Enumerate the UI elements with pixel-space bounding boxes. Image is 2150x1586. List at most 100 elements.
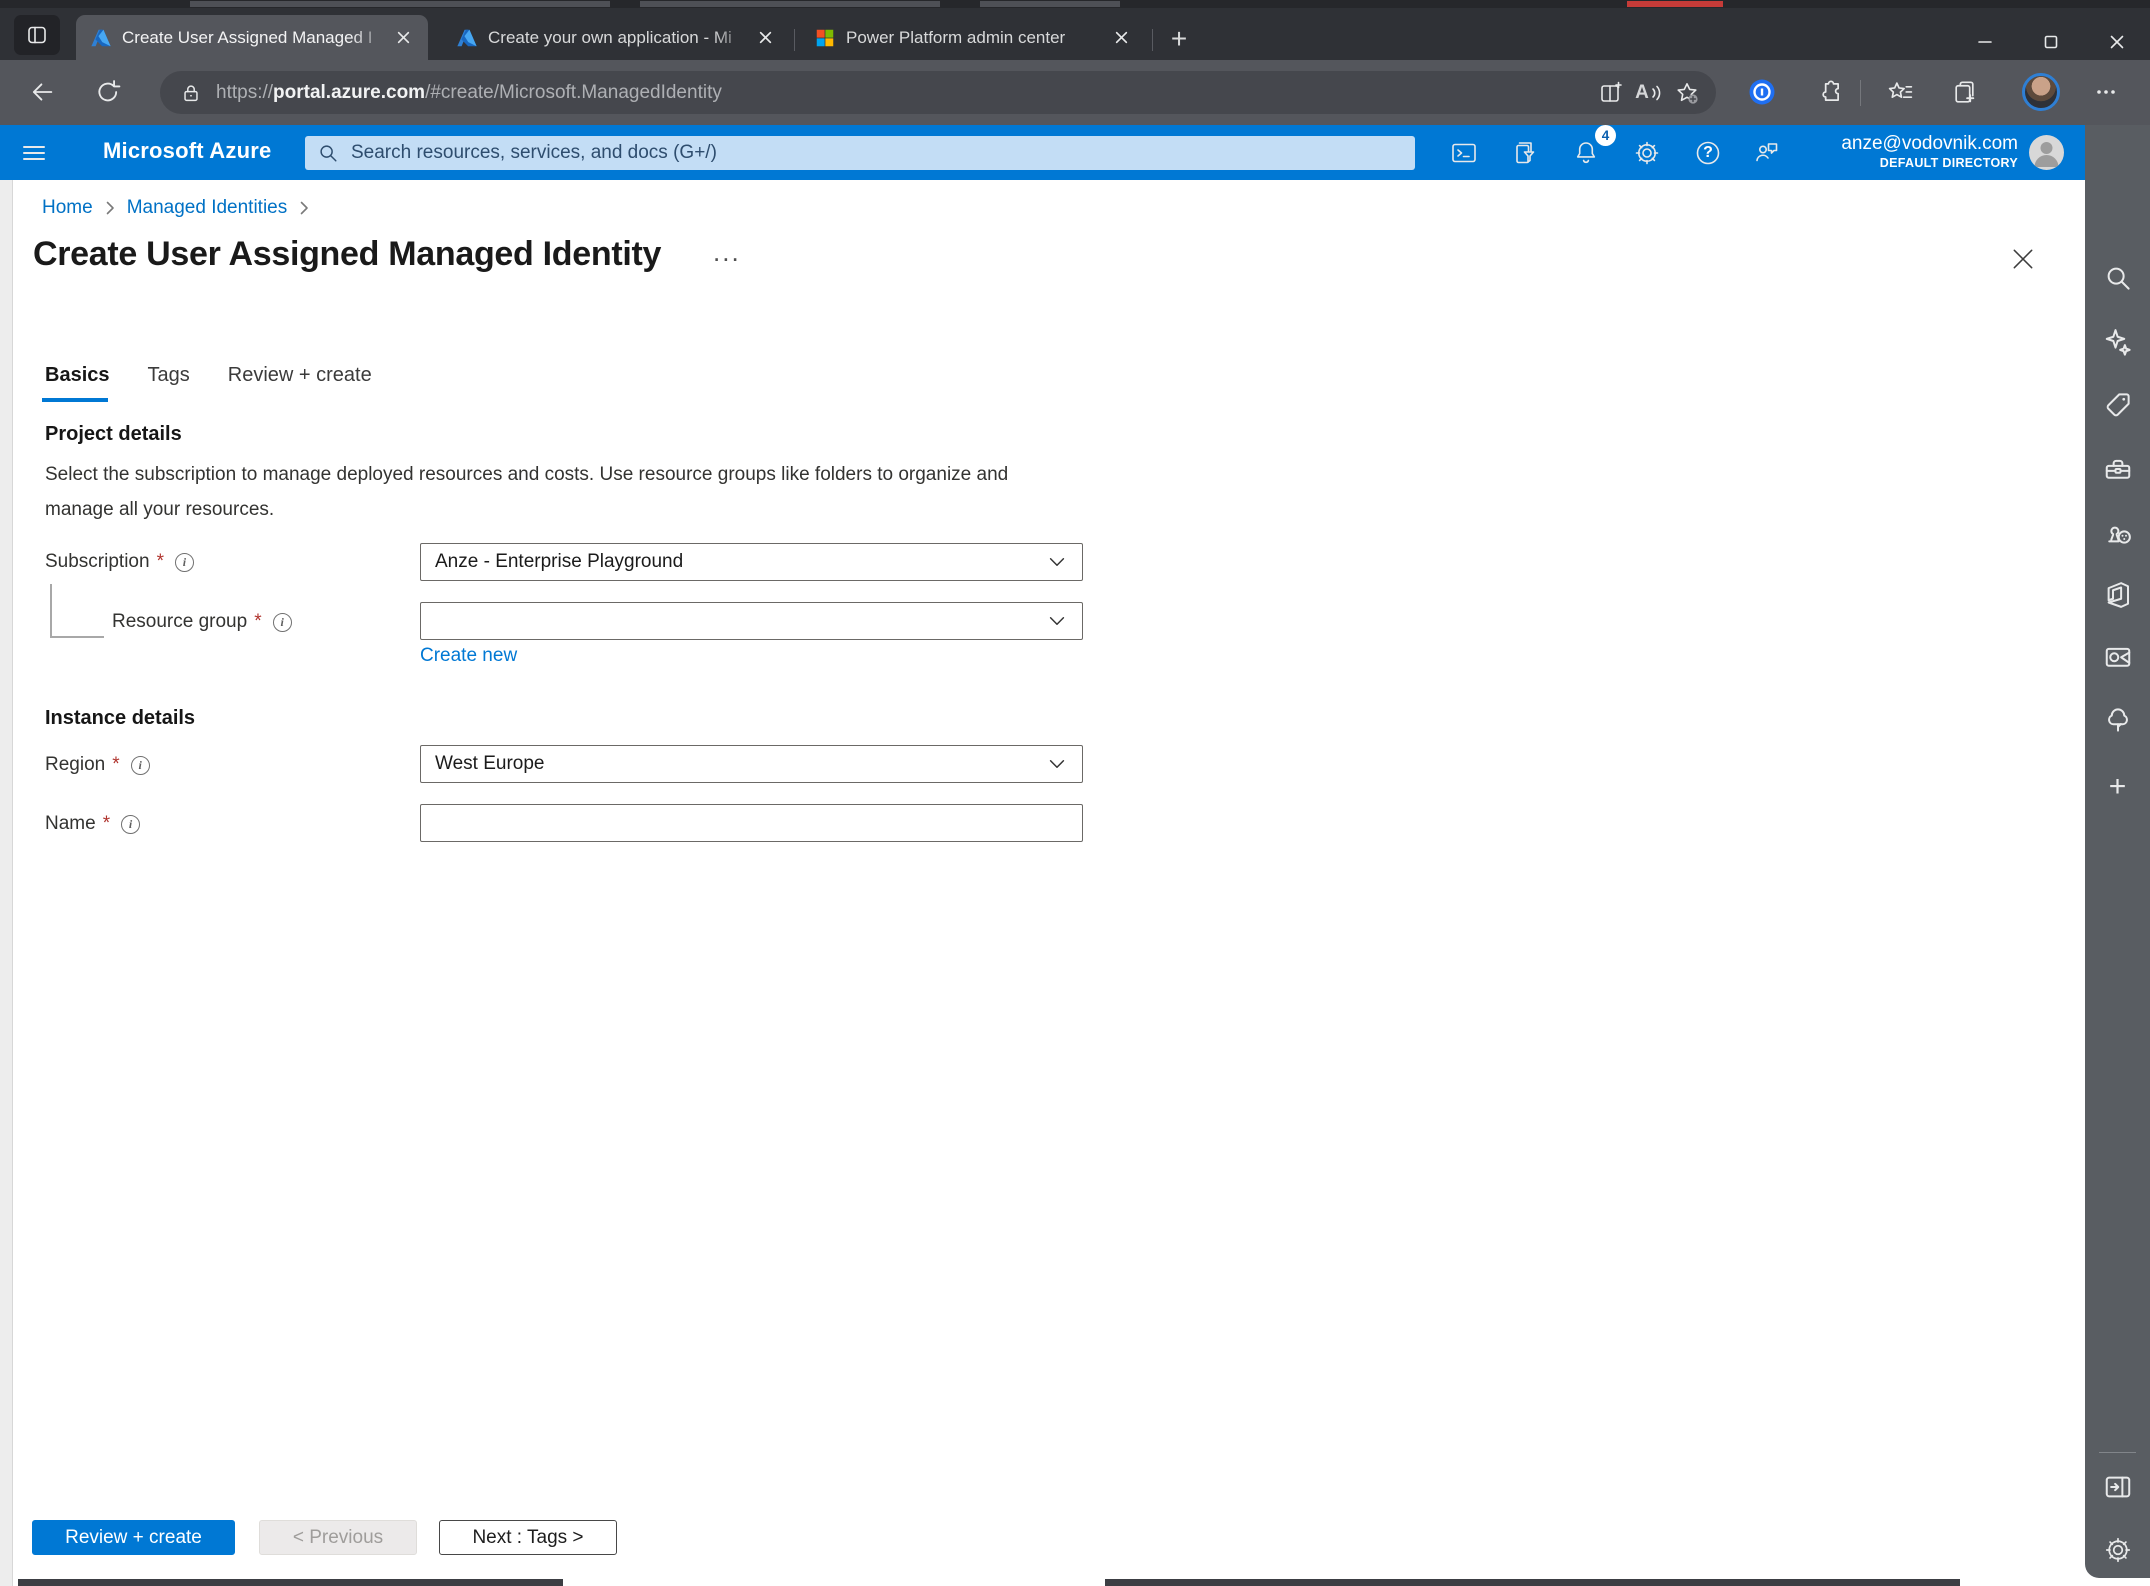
onepassword-icon [1749, 79, 1775, 105]
background-window-fragment [640, 1, 940, 7]
tab-tags[interactable]: Tags [148, 364, 190, 401]
subscription-value: Anze - Enterprise Playground [435, 551, 684, 572]
tab-close-icon[interactable] [752, 25, 778, 51]
project-details-heading: Project details [45, 423, 182, 445]
browser-settings-menu-button[interactable] [2086, 72, 2126, 112]
chevron-down-icon [1049, 760, 1065, 768]
resource-group-label: Resource group * i [112, 611, 292, 633]
portal-settings-button[interactable] [1625, 131, 1669, 175]
browser-toolbar: https://portal.azure.com/#create/Microso… [0, 60, 2150, 125]
active-tab-underline [42, 398, 108, 402]
name-label: Name * i [45, 813, 141, 835]
breadcrumb-home-link[interactable]: Home [42, 197, 93, 219]
site-security-lock-icon [184, 84, 198, 101]
notification-count-badge: 4 [1595, 125, 1616, 146]
sidebar-shopping-button[interactable] [2096, 383, 2140, 427]
wizard-tabs: Basics Tags Review + create [45, 364, 372, 401]
gear-icon [1635, 141, 1659, 165]
add-favorite-button[interactable] [1668, 75, 1706, 111]
breadcrumb-managed-identities-link[interactable]: Managed Identities [127, 197, 288, 219]
feedback-button[interactable] [1745, 131, 1789, 175]
browser-tab-create-application[interactable]: Create your own application - Mi [442, 15, 790, 60]
split-screen-button[interactable] [1592, 75, 1630, 111]
new-tab-button[interactable]: + [1162, 22, 1196, 56]
address-bar[interactable]: https://portal.azure.com/#create/Microso… [160, 71, 1716, 114]
sidebar-office-button[interactable] [2096, 573, 2140, 617]
tab-workspaces-button[interactable] [14, 15, 60, 55]
collections-button[interactable] [1944, 72, 1984, 112]
previous-button[interactable]: < Previous [259, 1520, 417, 1555]
account-avatar[interactable] [2029, 135, 2064, 170]
onepassword-extension-button[interactable] [1742, 72, 1782, 112]
directory-filter-button[interactable] [1503, 131, 1547, 175]
region-dropdown[interactable]: West Europe [420, 745, 1083, 783]
tab-divider [1152, 29, 1153, 51]
browser-profile-avatar[interactable] [2022, 73, 2060, 111]
chevron-right-icon [106, 201, 114, 215]
sidebar-discover-button[interactable] [2096, 320, 2140, 364]
region-value: West Europe [435, 753, 545, 774]
subscription-dropdown[interactable]: Anze - Enterprise Playground [420, 543, 1083, 581]
info-icon[interactable]: i [121, 814, 141, 834]
extensions-puzzle-icon [1822, 80, 1839, 101]
tab-review-create[interactable]: Review + create [228, 364, 372, 401]
read-aloud-button[interactable]: A [1630, 75, 1668, 111]
sidebar-tree-button[interactable] [2096, 698, 2140, 742]
browser-tab-power-platform[interactable]: Power Platform admin center [800, 15, 1146, 60]
refresh-button[interactable] [88, 72, 128, 112]
azure-brand[interactable]: Microsoft Azure [103, 138, 271, 164]
url-text[interactable]: https://portal.azure.com/#create/Microso… [216, 82, 1592, 104]
sidebar-tools-button[interactable] [2096, 447, 2140, 491]
window-left-gutter [0, 180, 13, 1586]
toolbar-divider [1860, 80, 1861, 106]
resource-group-dropdown[interactable] [420, 602, 1083, 640]
microsoft-favicon [816, 29, 834, 46]
tab-close-icon[interactable] [390, 25, 416, 51]
tab-basics[interactable]: Basics [45, 364, 110, 401]
portal-menu-button[interactable] [12, 131, 56, 175]
blade-close-button[interactable] [2004, 240, 2042, 278]
sidebar-search-button[interactable] [2096, 256, 2140, 300]
tree-icon [2107, 708, 2128, 732]
tab-close-icon[interactable] [1108, 25, 1134, 51]
favorites-button[interactable] [1880, 72, 1920, 112]
extensions-button[interactable] [1810, 72, 1850, 112]
sidebar-customize-button[interactable]: + [2096, 765, 2140, 809]
back-button[interactable] [22, 72, 62, 112]
sidebar-settings-button[interactable] [2096, 1528, 2140, 1572]
name-input[interactable] [420, 804, 1083, 842]
chevron-right-icon [300, 201, 309, 215]
shopping-tag-icon [2106, 393, 2130, 417]
notifications-button[interactable]: 4 [1564, 125, 1616, 175]
azure-search-box[interactable]: Search resources, services, and docs (G+… [305, 136, 1415, 170]
review-create-button[interactable]: Review + create [32, 1520, 235, 1555]
background-window-fragment [18, 1579, 563, 1586]
sidebar-games-button[interactable] [2096, 510, 2140, 554]
info-icon[interactable]: i [174, 552, 194, 572]
star-add-icon [1677, 82, 1698, 104]
edge-sidebar: + [2085, 125, 2150, 1578]
create-new-link[interactable]: Create new [420, 645, 517, 667]
browser-tab-create-managed-identity[interactable]: Create User Assigned Managed I [76, 15, 428, 60]
sidebar-outlook-button[interactable] [2096, 635, 2140, 679]
cloud-shell-button[interactable] [1442, 131, 1486, 175]
sparkles-icon [2105, 329, 2131, 356]
tab-title: Create your own application - Mi [488, 27, 732, 47]
title-context-menu-icon[interactable]: ... [713, 237, 741, 268]
help-button[interactable]: ? [1686, 131, 1730, 175]
account-info[interactable]: anze@vodovnik.com DEFAULT DIRECTORY [1841, 132, 2018, 171]
url-path: /#create/Microsoft.ManagedIdentity [425, 81, 722, 103]
field-connector-line [50, 584, 52, 638]
read-aloud-icon: A [1635, 81, 1649, 103]
bell-icon [1576, 142, 1596, 164]
search-icon [320, 145, 337, 162]
next-tags-button[interactable]: Next : Tags > [439, 1520, 617, 1555]
required-marker: * [112, 754, 120, 775]
info-icon[interactable]: i [272, 612, 292, 632]
info-icon[interactable]: i [130, 755, 150, 775]
help-glyph: ? [1703, 144, 1713, 161]
games-icon [2107, 526, 2131, 544]
sidebar-toggle-button[interactable] [2096, 1465, 2140, 1509]
background-window-fragment [980, 1, 1120, 7]
account-email: anze@vodovnik.com [1841, 133, 2018, 154]
